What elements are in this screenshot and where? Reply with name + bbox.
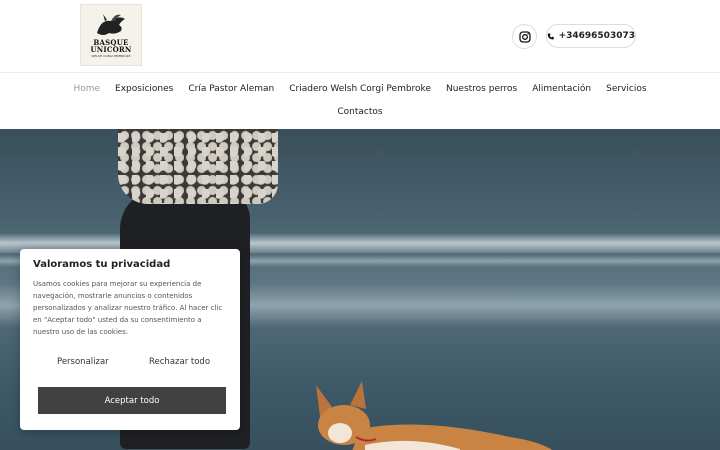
nav-item-home[interactable]: Home: [73, 84, 100, 94]
logo-tagline: WELSH CORGI PEMBROKE: [91, 53, 131, 58]
site-logo[interactable]: BASQUE UNICORN WELSH CORGI PEMBROKE: [80, 4, 142, 66]
nav-item-exposiciones[interactable]: Exposiciones: [115, 84, 173, 94]
nav-row-1: Home Exposiciones Cría Pastor Aleman Cri…: [0, 84, 720, 94]
nav-row-2: Contactos: [0, 107, 720, 117]
phone-icon: [547, 32, 554, 40]
instagram-icon: [518, 30, 531, 43]
reject-all-button[interactable]: Rechazar todo: [149, 357, 210, 367]
person-jacket: [118, 129, 278, 204]
site-header: BASQUE UNICORN WELSH CORGI PEMBROKE +346…: [0, 0, 720, 73]
nav-item-servicios[interactable]: Servicios: [606, 84, 646, 94]
unicorn-emblem-icon: [97, 13, 125, 35]
phone-button[interactable]: +34696503073: [546, 24, 636, 48]
nav-item-nuestros-perros[interactable]: Nuestros perros: [446, 84, 517, 94]
nav-item-alimentacion[interactable]: Alimentación: [532, 84, 591, 94]
nav-item-contactos[interactable]: Contactos: [337, 107, 382, 117]
nav-item-cria-pastor-aleman[interactable]: Cría Pastor Aleman: [188, 84, 274, 94]
instagram-button[interactable]: [512, 24, 537, 49]
personalize-button[interactable]: Personalizar: [57, 357, 109, 367]
cookie-title: Valoramos tu privacidad: [33, 259, 171, 270]
logo-line-2: UNICORN: [90, 44, 132, 54]
accept-all-button[interactable]: Aceptar todo: [38, 387, 226, 414]
corgi-dog-image: [316, 381, 553, 450]
nav-item-criadero-welsh-corgi[interactable]: Criadero Welsh Corgi Pembroke: [289, 84, 431, 94]
main-navigation: Home Exposiciones Cría Pastor Aleman Cri…: [0, 73, 720, 129]
phone-number: +34696503073: [558, 31, 635, 41]
cookie-description: Usamos cookies para mejorar su experienc…: [33, 280, 223, 336]
cookie-consent-dialog: Valoramos tu privacidad Usamos cookies p…: [20, 249, 240, 430]
